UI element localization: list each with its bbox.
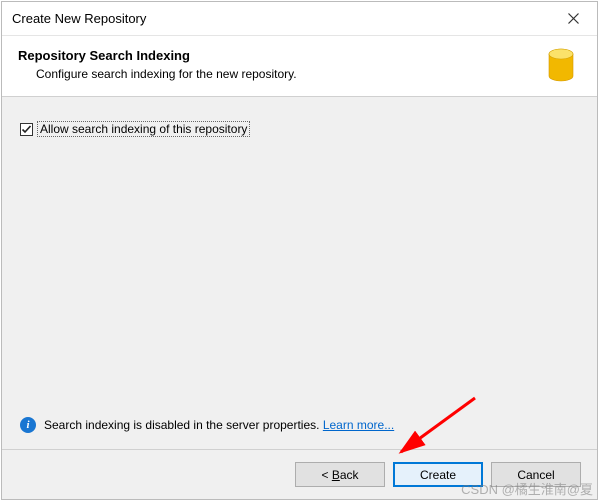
back-button[interactable]: < Back [295,462,385,487]
learn-more-link[interactable]: Learn more... [323,418,394,432]
close-button[interactable] [551,4,595,34]
info-row: i Search indexing is disabled in the ser… [20,413,579,437]
info-message: Search indexing is disabled in the serve… [44,418,394,432]
wizard-header: Repository Search Indexing Configure sea… [2,36,597,97]
create-repository-dialog: Create New Repository Repository Search … [1,1,598,500]
info-text: Search indexing is disabled in the serve… [44,418,323,432]
allow-search-indexing-checkbox[interactable] [20,123,33,136]
wizard-description: Configure search indexing for the new re… [18,67,541,81]
content-spacer [20,137,579,413]
checkmark-icon [21,124,32,135]
button-bar: < Back Create Cancel [2,450,597,499]
create-button[interactable]: Create [393,462,483,487]
wizard-content: Allow search indexing of this repository… [2,97,597,450]
titlebar: Create New Repository [2,2,597,36]
cancel-button[interactable]: Cancel [491,462,581,487]
allow-search-indexing-label[interactable]: Allow search indexing of this repository [37,121,250,137]
allow-search-indexing-row: Allow search indexing of this repository [20,121,579,137]
wizard-header-text: Repository Search Indexing Configure sea… [18,48,541,81]
wizard-title: Repository Search Indexing [18,48,541,63]
close-icon [568,13,579,24]
database-icon [541,48,581,82]
window-title: Create New Repository [12,11,551,26]
info-icon: i [20,417,36,433]
